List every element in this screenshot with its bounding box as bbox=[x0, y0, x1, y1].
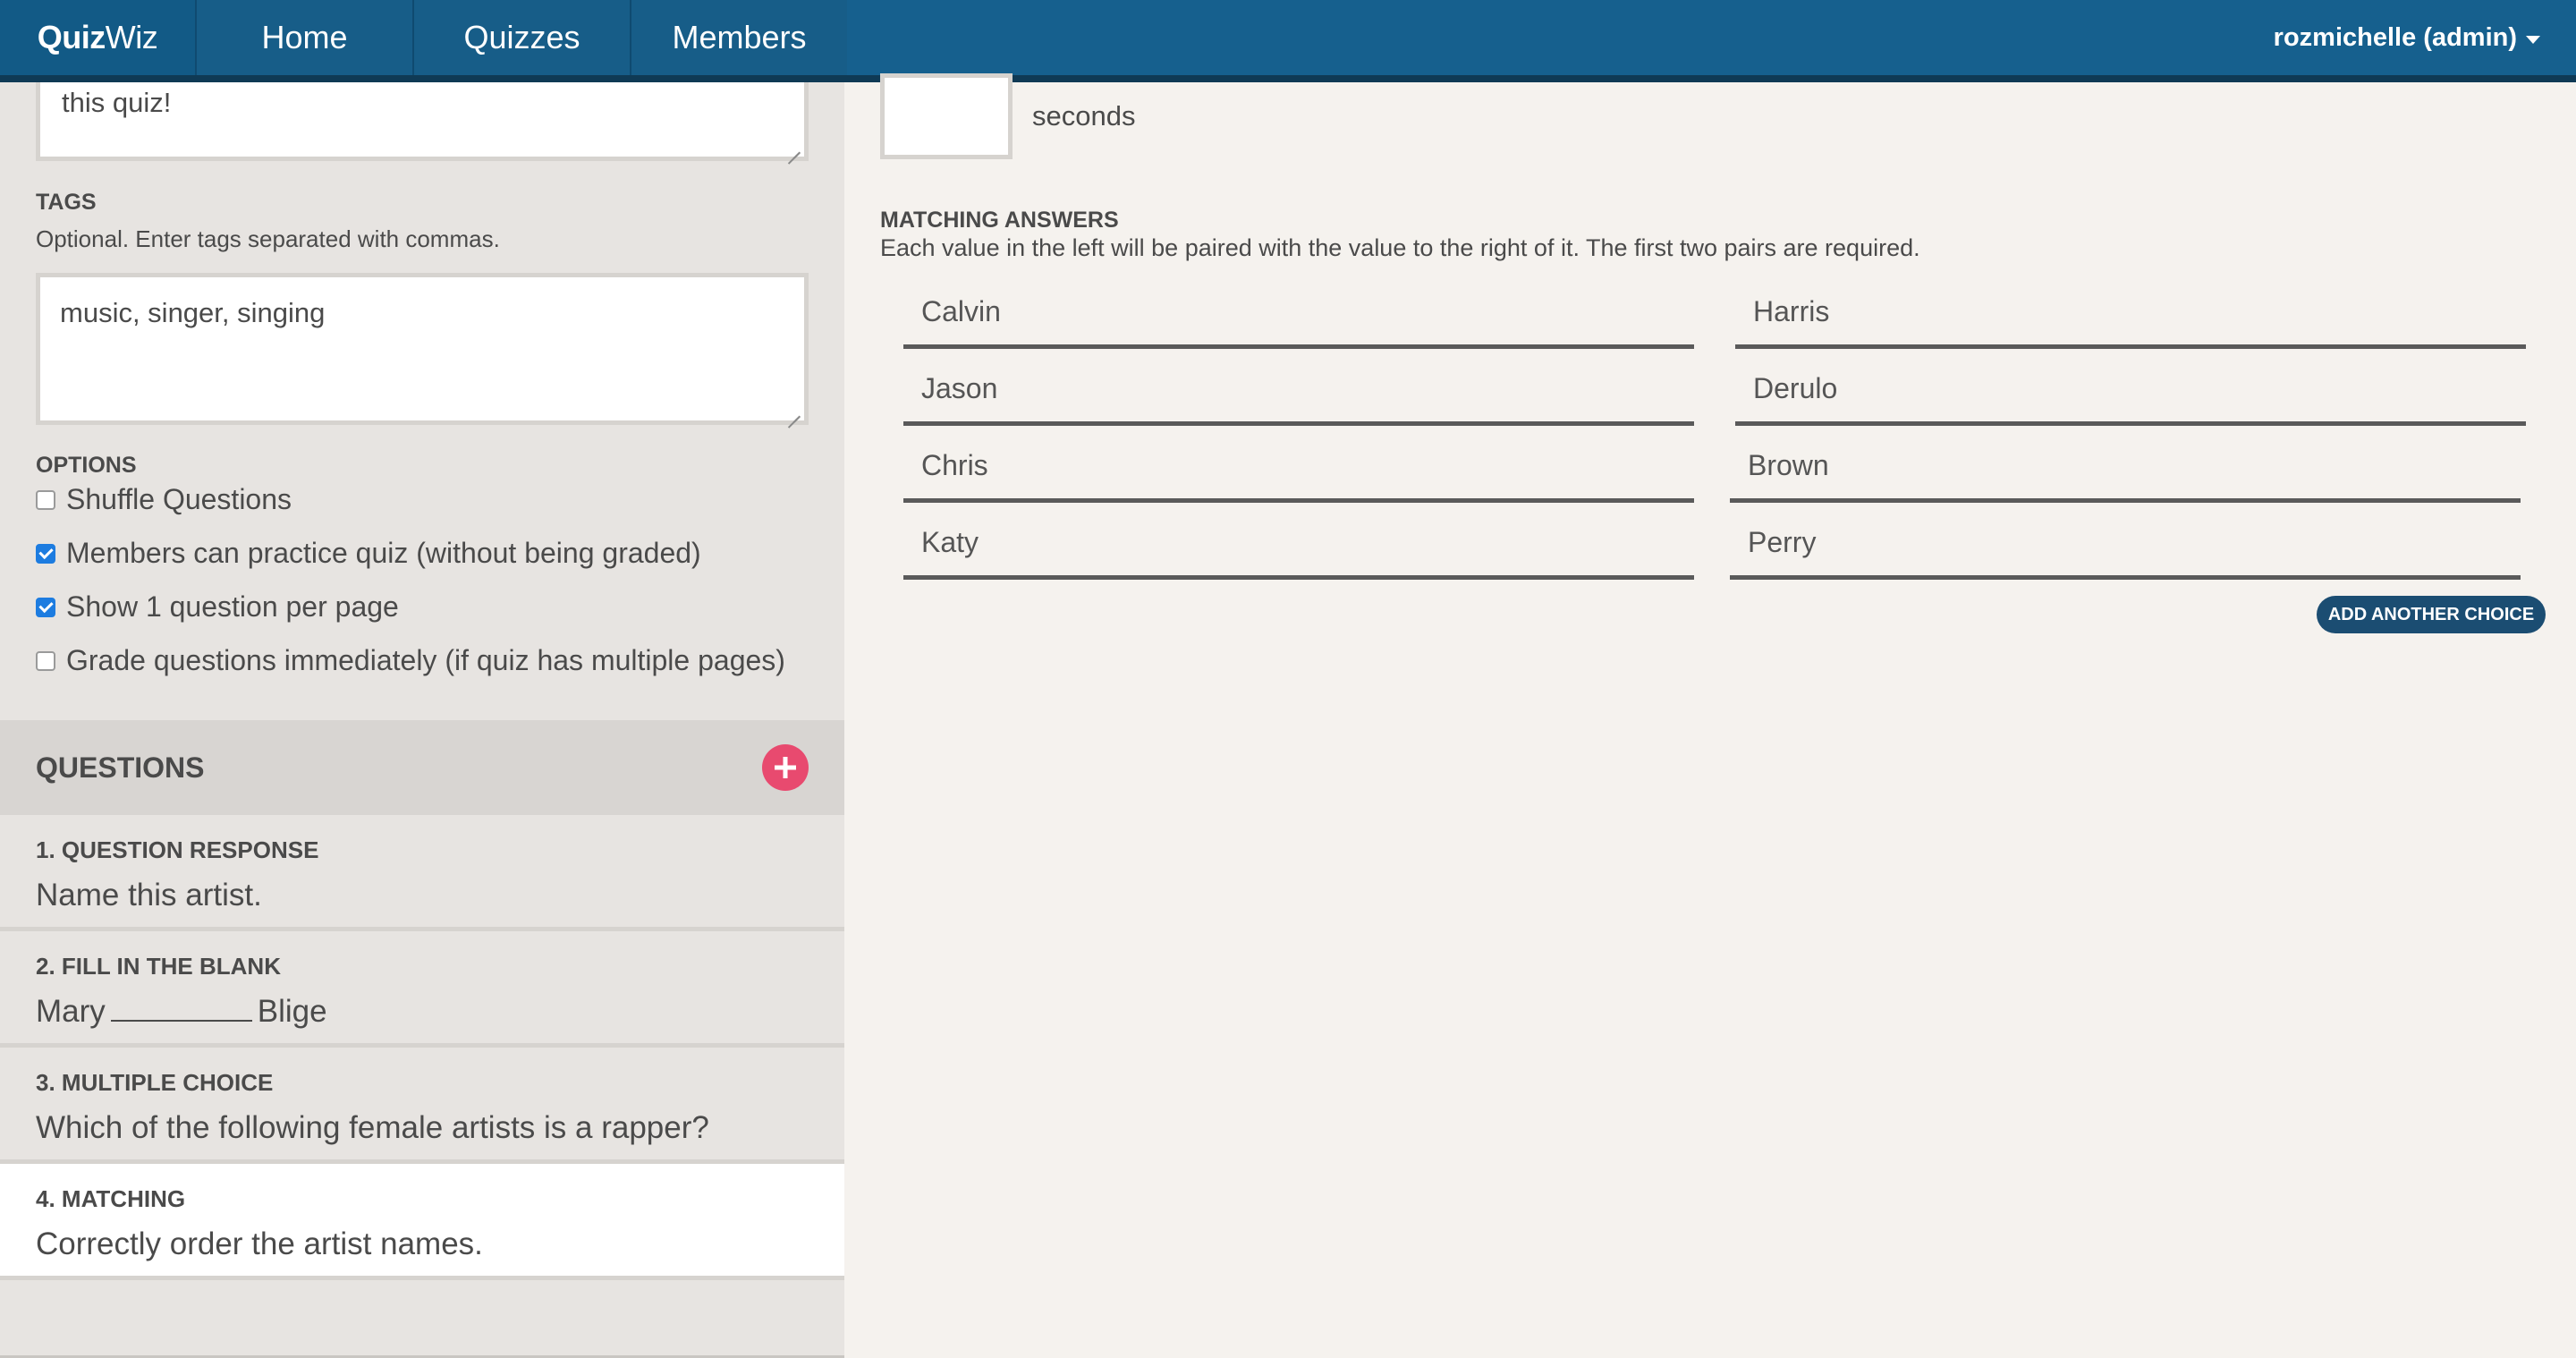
option-practice-quiz[interactable]: Members can practice quiz (without being… bbox=[36, 537, 701, 570]
option-label: Shuffle Questions bbox=[66, 483, 292, 515]
matching-answers-title: MATCHING ANSWERS bbox=[880, 208, 1119, 233]
nav-quizzes[interactable]: Quizzes bbox=[412, 0, 630, 75]
matching-answers-help: Each value in the left will be paired wi… bbox=[880, 234, 1920, 261]
question-text: Name this artist. bbox=[36, 878, 262, 912]
tags-help: Optional. Enter tags separated with comm… bbox=[36, 225, 500, 252]
add-another-choice-button[interactable]: ADD ANOTHER CHOICE bbox=[2317, 596, 2546, 633]
question-text: Which of the following female artists is… bbox=[36, 1110, 709, 1145]
one-per-page-checkbox[interactable] bbox=[36, 597, 55, 617]
practice-quiz-checkbox[interactable] bbox=[36, 543, 55, 564]
options-label: OPTIONS bbox=[36, 453, 137, 478]
option-label: Members can practice quiz (without being… bbox=[66, 537, 701, 569]
question-type: 3. MULTIPLE CHOICE bbox=[36, 1069, 274, 1096]
match-right-input[interactable]: Brown bbox=[1730, 433, 2521, 503]
quiz-settings-sidebar: this quiz! TAGS Optional. Enter tags sep… bbox=[0, 82, 844, 1358]
shuffle-questions-checkbox[interactable] bbox=[36, 489, 55, 510]
match-left-input[interactable]: Jason bbox=[903, 356, 1694, 426]
match-left-input[interactable]: Chris bbox=[903, 433, 1694, 503]
tags-value: music, singer, singing bbox=[60, 297, 326, 328]
user-menu[interactable]: rozmichelle (admin) bbox=[2274, 0, 2576, 75]
tags-textarea[interactable]: music, singer, singing bbox=[36, 273, 809, 425]
seconds-label: seconds bbox=[1032, 100, 1136, 132]
question-item-4[interactable]: 4. MATCHING Correctly order the artist n… bbox=[0, 1164, 844, 1280]
questions-header: QUESTIONS bbox=[0, 720, 844, 815]
question-type: 2. FILL IN THE BLANK bbox=[36, 953, 281, 980]
blank-text-after: Blige bbox=[257, 994, 327, 1029]
question-text: Correctly order the artist names. bbox=[36, 1226, 483, 1261]
grade-immediately-checkbox[interactable] bbox=[36, 650, 55, 671]
question-type: 1. QUESTION RESPONSE bbox=[36, 836, 319, 863]
brand-logo[interactable]: Quiz Wiz bbox=[0, 0, 195, 75]
match-right-input[interactable]: Derulo bbox=[1735, 356, 2526, 426]
plus-circle-icon[interactable] bbox=[762, 744, 809, 791]
nav-home[interactable]: Home bbox=[195, 0, 412, 75]
caret-down-icon bbox=[2526, 35, 2540, 44]
tags-label: TAGS bbox=[36, 190, 97, 215]
user-menu-label: rozmichelle (admin) bbox=[2273, 22, 2517, 52]
question-item-2[interactable]: 2. FILL IN THE BLANK Mary Blige bbox=[0, 931, 844, 1048]
question-text: Mary Blige bbox=[36, 994, 327, 1030]
blank-line bbox=[110, 997, 252, 1022]
blank-text-before: Mary bbox=[36, 994, 106, 1029]
brand-bold: Quiz bbox=[37, 19, 106, 55]
question-item-1[interactable]: 1. QUESTION RESPONSE Name this artist. bbox=[0, 815, 844, 931]
resize-grip-icon[interactable] bbox=[786, 139, 801, 153]
option-label: Show 1 question per page bbox=[66, 590, 399, 623]
time-limit-input[interactable] bbox=[880, 73, 1013, 159]
match-left-input[interactable]: Katy bbox=[903, 510, 1694, 580]
question-item-3[interactable]: 3. MULTIPLE CHOICE Which of the followin… bbox=[0, 1048, 844, 1164]
brand-light: Wiz bbox=[105, 19, 158, 55]
question-type: 4. MATCHING bbox=[36, 1185, 186, 1212]
option-one-per-page[interactable]: Show 1 question per page bbox=[36, 590, 399, 624]
match-right-input[interactable]: Harris bbox=[1735, 279, 2526, 349]
option-grade-immediately[interactable]: Grade questions immediately (if quiz has… bbox=[36, 644, 785, 677]
question-editor: seconds MATCHING ANSWERS Each value in t… bbox=[844, 73, 2576, 1358]
top-navbar: Quiz Wiz Home Quizzes Members rozmichelle… bbox=[0, 0, 2576, 82]
match-left-input[interactable]: Calvin bbox=[903, 279, 1694, 349]
description-textarea[interactable]: this quiz! bbox=[36, 82, 809, 161]
nav-members[interactable]: Members bbox=[630, 0, 847, 75]
questions-title: QUESTIONS bbox=[36, 751, 205, 784]
match-right-input[interactable]: Perry bbox=[1730, 510, 2521, 580]
option-label: Grade questions immediately (if quiz has… bbox=[66, 644, 785, 676]
option-shuffle-questions[interactable]: Shuffle Questions bbox=[36, 483, 292, 516]
resize-grip-icon[interactable] bbox=[786, 403, 801, 417]
description-value: this quiz! bbox=[62, 87, 172, 118]
